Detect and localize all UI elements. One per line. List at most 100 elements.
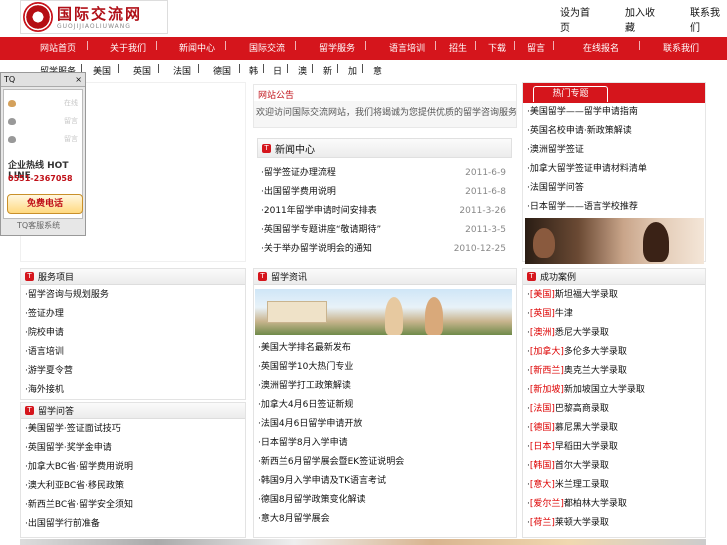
case-tag[interactable]: [新西兰] — [530, 366, 564, 376]
case-tag[interactable]: [法国] — [530, 404, 555, 414]
service-item-title[interactable]: 语言培训 — [28, 347, 64, 357]
topic-item-title[interactable]: 法国留学问答 — [530, 183, 584, 193]
close-icon[interactable]: × — [75, 75, 82, 84]
case-title[interactable]: 首尔大学录取 — [555, 461, 609, 471]
qa-item-title[interactable]: 美国留学·签证面试技巧 — [28, 424, 121, 434]
topic-item[interactable]: ·日本留学——语言学校推荐 — [523, 198, 705, 217]
news-item[interactable]: ·英国留学专题讲座“敬请期待” 2011-3-5 — [257, 221, 512, 240]
info-item[interactable]: ·韩国9月入学申请及TK语言考试 — [254, 472, 516, 491]
site-logo[interactable]: 国际交流网 GUOJIJIAOLIUWANG — [20, 0, 168, 34]
news-item-title[interactable]: 留学签证办理流程 — [264, 168, 336, 178]
service-item-title[interactable]: 海外接机 — [28, 385, 64, 395]
promo-photo[interactable] — [525, 218, 704, 264]
topic-item-title[interactable]: 澳洲留学签证 — [530, 145, 584, 155]
qa-item[interactable]: ·新西兰BC省·留学安全须知 — [21, 496, 245, 515]
case-tag[interactable]: [韩国] — [530, 461, 555, 471]
news-item-title[interactable]: 关于举办留学说明会的通知 — [264, 244, 372, 254]
service-item[interactable]: ·院校申请 — [21, 324, 245, 343]
tq-user-row[interactable]: 留言 — [4, 130, 82, 148]
case-tag[interactable]: [意大] — [530, 480, 555, 490]
nav-item[interactable]: 语言培训 — [389, 41, 425, 54]
info-item-title[interactable]: 法国4月6日留学申请开放 — [261, 419, 362, 429]
free-call-button[interactable]: 免费电话 — [7, 194, 83, 214]
service-item-title[interactable]: 签证办理 — [28, 309, 64, 319]
service-item[interactable]: ·海外接机 — [21, 381, 245, 400]
case-item[interactable]: ·[德国]慕尼黑大学录取 — [523, 419, 705, 438]
qa-item-title[interactable]: 英国留学·奖学金申请 — [28, 443, 112, 453]
tq-chat-widget[interactable]: TQ × 在线 留言 留言 企业热线 HOT LINE 0551-2367058… — [0, 72, 86, 236]
topic-item[interactable]: ·美国留学——留学申请指南 — [523, 103, 705, 122]
case-tag[interactable]: [澳洲] — [530, 328, 555, 338]
subnav-item[interactable]: 新 — [323, 64, 332, 77]
info-item-title[interactable]: 加拿大4月6日签证新规 — [261, 400, 353, 410]
info-item-title[interactable]: 意大8月留学展会 — [261, 514, 330, 524]
news-item-title[interactable]: 2011年留学申请时间安排表 — [264, 206, 377, 216]
topic-item-title[interactable]: 加拿大留学签证申请材料清单 — [530, 164, 647, 174]
campus-photo[interactable] — [255, 289, 512, 335]
case-item[interactable]: ·[澳洲]悉尼大学录取 — [523, 324, 705, 343]
topic-item-title[interactable]: 日本留学——语言学校推荐 — [530, 202, 638, 212]
info-item[interactable]: ·法国4月6日留学申请开放 — [254, 415, 516, 434]
qa-item-title[interactable]: 加拿大BC省·留学费用说明 — [28, 462, 133, 472]
info-item[interactable]: ·德国8月留学政策变化解读 — [254, 491, 516, 510]
qa-item[interactable]: ·美国留学·签证面试技巧 — [21, 420, 245, 439]
service-item-title[interactable]: 游学夏令营 — [28, 366, 73, 376]
info-item-title[interactable]: 韩国9月入学申请及TK语言考试 — [261, 476, 386, 486]
info-item-title[interactable]: 德国8月留学政策变化解读 — [261, 495, 366, 505]
case-title[interactable]: 早稻田大学录取 — [555, 442, 618, 452]
nav-item[interactable]: 新闻中心 — [179, 41, 215, 54]
service-item[interactable]: ·游学夏令营 — [21, 362, 245, 381]
subnav-item[interactable]: 日 — [273, 64, 282, 77]
qa-item-title[interactable]: 澳大利亚BC省·移民政策 — [28, 481, 124, 491]
service-item[interactable]: ·签证办理 — [21, 305, 245, 324]
news-item[interactable]: ·2011年留学申请时间安排表 2011-3-26 — [257, 202, 512, 221]
subnav-item[interactable]: 德国 — [213, 64, 231, 77]
case-tag[interactable]: [德国] — [530, 423, 555, 433]
case-item[interactable]: ·[加拿大]多伦多大学录取 — [523, 343, 705, 362]
qa-item-title[interactable]: 出国留学行前准备 — [28, 519, 100, 529]
info-item[interactable]: ·新西兰6月留学展会暨EK签证说明会 — [254, 453, 516, 472]
info-item-title[interactable]: 新西兰6月留学展会暨EK签证说明会 — [261, 457, 404, 467]
subnav-item[interactable]: 英国 — [133, 64, 151, 77]
qa-item[interactable]: ·英国留学·奖学金申请 — [21, 439, 245, 458]
info-item[interactable]: ·澳洲留学打工政策解读 — [254, 377, 516, 396]
news-item[interactable]: ·出国留学费用说明 2011-6-8 — [257, 183, 512, 202]
case-item[interactable]: ·[爱尔兰]都柏林大学录取 — [523, 495, 705, 514]
contact-us-link[interactable]: 联系我们 — [690, 4, 727, 34]
info-item-title[interactable]: 美国大学排名最新发布 — [261, 343, 351, 353]
case-item[interactable]: ·[法国]巴黎高商录取 — [523, 400, 705, 419]
qa-item-title[interactable]: 新西兰BC省·留学安全须知 — [28, 500, 133, 510]
case-tag[interactable]: [英国] — [530, 309, 555, 319]
case-item[interactable]: ·[意大]米兰理工录取 — [523, 476, 705, 495]
case-title[interactable]: 多伦多大学录取 — [564, 347, 627, 357]
info-item[interactable]: ·日本留学8月入学申请 — [254, 434, 516, 453]
nav-item[interactable]: 下载 — [488, 41, 506, 54]
case-tag[interactable]: [加拿大] — [530, 347, 564, 357]
nav-item[interactable]: 留言 — [527, 41, 545, 54]
nav-item[interactable]: 在线报名 — [583, 41, 619, 54]
topic-item[interactable]: ·澳洲留学签证 — [523, 141, 705, 160]
subnav-item[interactable]: 韩 — [249, 64, 258, 77]
case-tag[interactable]: [新加坡] — [530, 385, 564, 395]
nav-item[interactable]: 联系我们 — [663, 41, 699, 54]
set-homepage-link[interactable]: 设为首页 — [560, 4, 597, 34]
subnav-item[interactable]: 加 — [348, 64, 357, 77]
case-item[interactable]: ·[英国]牛津 — [523, 305, 705, 324]
case-title[interactable]: 慕尼黑大学录取 — [555, 423, 618, 433]
info-item-title[interactable]: 日本留学8月入学申请 — [261, 438, 348, 448]
right-topics-tab[interactable]: 热门专题 — [533, 86, 608, 102]
info-item-title[interactable]: 英国留学10大热门专业 — [261, 362, 353, 372]
case-tag[interactable]: [荷兰] — [530, 518, 555, 528]
news-item[interactable]: ·关于举办留学说明会的通知 2010-12-25 — [257, 240, 512, 259]
info-item[interactable]: ·意大8月留学展会 — [254, 510, 516, 529]
qa-item[interactable]: ·加拿大BC省·留学费用说明 — [21, 458, 245, 477]
case-item[interactable]: ·[韩国]首尔大学录取 — [523, 457, 705, 476]
nav-item[interactable]: 国际交流 — [249, 41, 285, 54]
qa-item[interactable]: ·澳大利亚BC省·移民政策 — [21, 477, 245, 496]
case-title[interactable]: 牛津 — [555, 309, 573, 319]
service-item[interactable]: ·语言培训 — [21, 343, 245, 362]
topic-item[interactable]: ·加拿大留学签证申请材料清单 — [523, 160, 705, 179]
case-title[interactable]: 悉尼大学录取 — [555, 328, 609, 338]
info-item[interactable]: ·加拿大4月6日签证新规 — [254, 396, 516, 415]
info-item[interactable]: ·英国留学10大热门专业 — [254, 358, 516, 377]
